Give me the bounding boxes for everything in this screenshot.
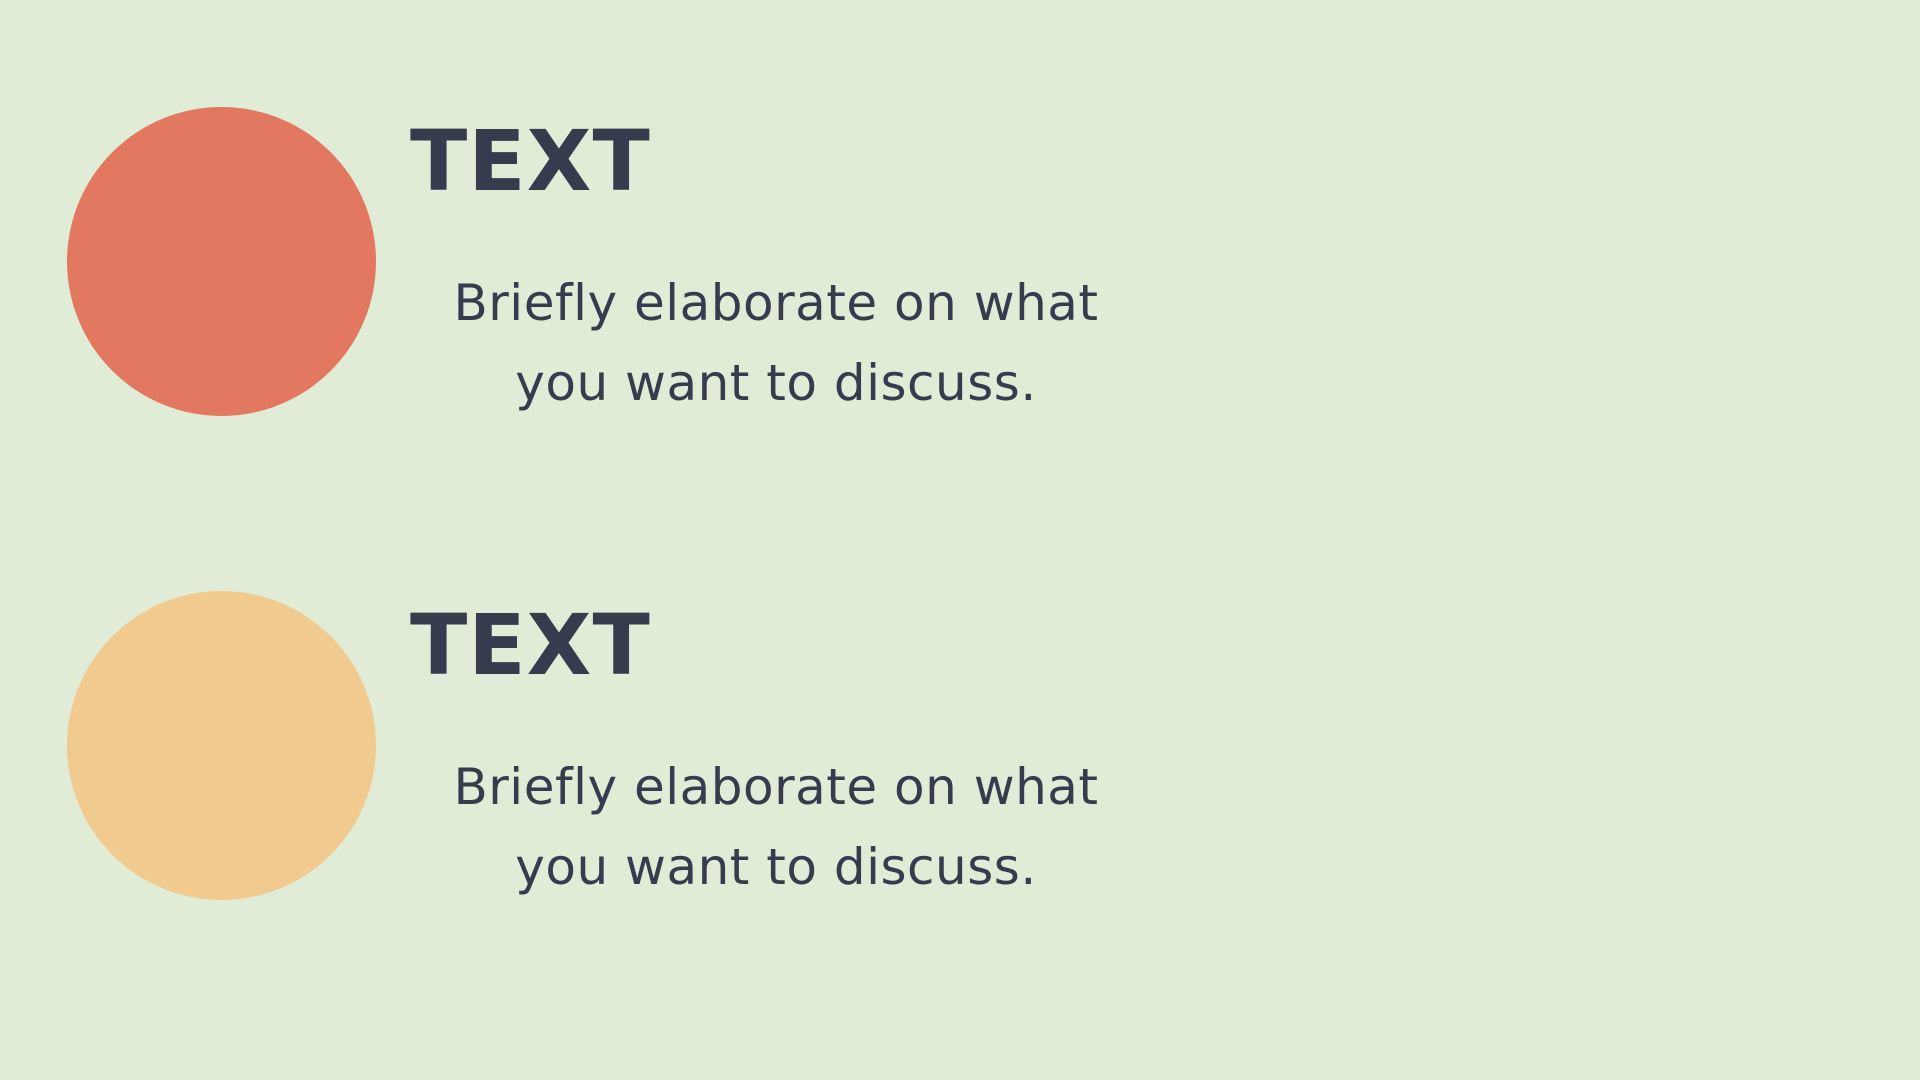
item-1-body: Briefly elaborate on what you want to di… bbox=[453, 274, 1099, 412]
coral-circle-shape bbox=[67, 107, 376, 416]
slide: TEXT Briefly elaborate on what you want … bbox=[0, 0, 1920, 1080]
peach-circle-shape bbox=[67, 591, 376, 900]
item-1: TEXT Briefly elaborate on what you want … bbox=[0, 107, 1200, 427]
item-2: TEXT Briefly elaborate on what you want … bbox=[0, 591, 1200, 911]
item-1-heading: TEXT bbox=[410, 112, 651, 210]
item-2-heading: TEXT bbox=[410, 596, 651, 694]
item-2-body: Briefly elaborate on what you want to di… bbox=[453, 758, 1099, 896]
